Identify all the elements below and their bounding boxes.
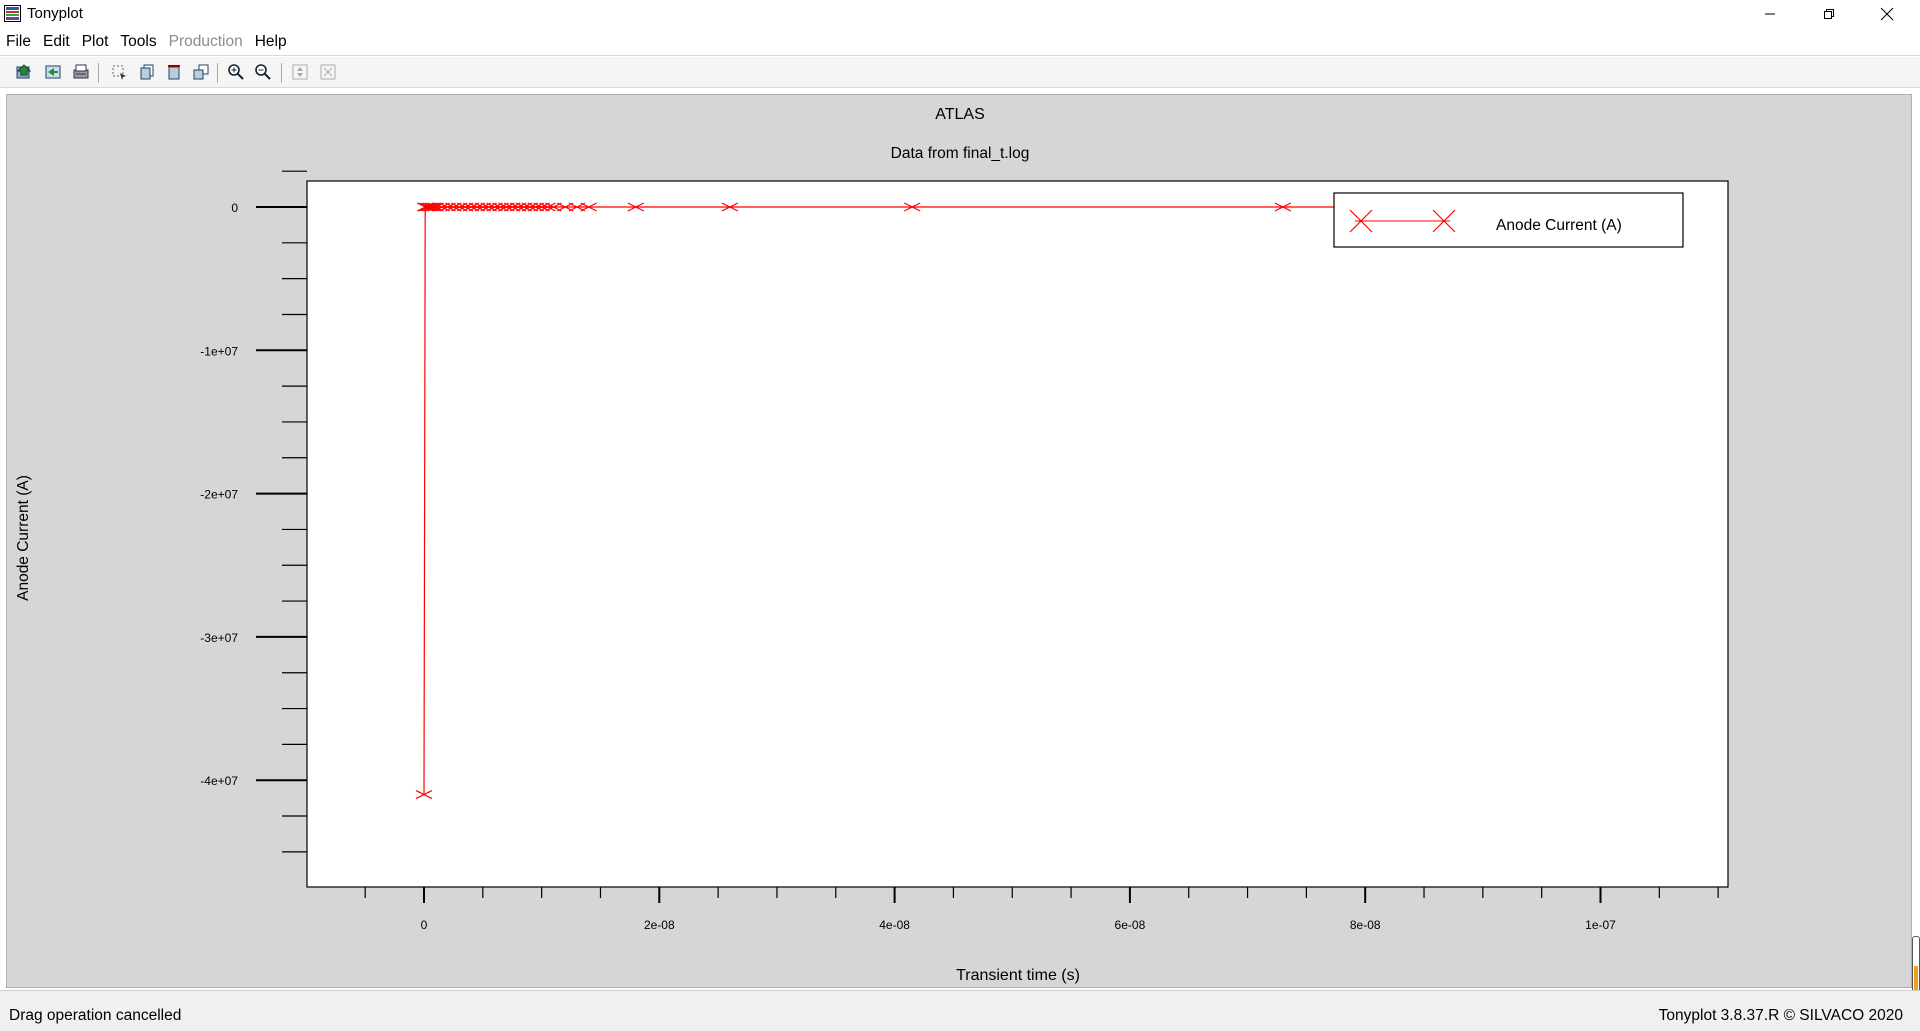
pan-icon[interactable] [291,63,309,81]
menu-help[interactable]: Help [255,33,287,51]
duplicate-icon[interactable] [192,63,210,81]
plot-window[interactable]: ATLAS Data from final_t.log 0 -1e+07 -2e+0… [6,94,1912,988]
print-icon[interactable] [72,63,90,81]
title-bar: Tonyplot [0,0,1920,28]
menu-production[interactable]: Production [169,33,243,51]
import-icon[interactable] [44,63,62,81]
status-message: Drag operation cancelled [9,1007,182,1024]
minimize-icon [1765,13,1775,15]
y-tick-label: -4e+07 [200,774,238,788]
toolbar [0,57,1920,88]
status-bar: Drag operation cancelled Tonyplot 3.8.37… [0,990,1920,1031]
select-icon[interactable] [110,63,128,81]
plot-canvas [306,180,1729,888]
y-axis-label: Anode Current (A) [15,475,32,601]
legend-label: Anode Current (A) [1496,217,1622,234]
close-icon [1880,7,1894,21]
delete-icon[interactable] [165,63,183,81]
menu-file[interactable]: File [6,33,31,51]
y-axis: 0 -1e+07 -2e+07 -3e+07 -4e+07 [200,170,307,853]
anode-current-chart[interactable]: ATLAS Data from final_t.log 0 -1e+07 -2e+0… [7,95,1911,987]
legend: Anode Current (A) [1333,192,1684,248]
restore-button[interactable] [1800,0,1858,28]
y-tick-label: -2e+07 [200,488,238,502]
minimize-button[interactable] [1741,0,1799,28]
x-tick-label: 6e-08 [1115,918,1146,932]
x-axis: 0 2e-08 4e-08 6e-08 8e-08 1e-07 [364,887,1719,932]
chart-subtitle: Data from final_t.log [891,145,1030,162]
x-tick-label: 4e-08 [879,918,910,932]
y-tick-label: -1e+07 [200,344,238,358]
chart-title: ATLAS [935,106,985,123]
toolbar-separator [98,63,99,83]
x-tick-label: 1e-07 [1585,918,1616,932]
menu-plot[interactable]: Plot [82,33,109,51]
menu-bar: File Edit Plot Tools Production Help [0,28,1920,56]
x-tick-label: 8e-08 [1350,918,1381,932]
zoom-out-icon[interactable] [254,63,272,81]
x-tick-label: 2e-08 [644,918,675,932]
y-tick-label: 0 [231,201,238,215]
menu-tools[interactable]: Tools [120,33,156,51]
reset-icon[interactable] [319,63,337,81]
toolbar-separator [281,63,282,83]
menu-edit[interactable]: Edit [43,33,70,51]
y-tick-label: -3e+07 [200,631,238,645]
restore-icon [1824,9,1834,19]
tonyplot-app-icon [4,5,21,22]
window-title: Tonyplot [27,5,83,22]
toolbar-separator [217,63,218,83]
load-icon[interactable] [15,63,33,81]
zoom-in-icon[interactable] [227,63,245,81]
x-axis-label: Transient time (s) [956,967,1080,984]
close-button[interactable] [1858,0,1916,28]
copy-icon[interactable] [138,63,156,81]
version-info: Tonyplot 3.8.37.R © SILVACO 2020 [1658,1007,1903,1024]
x-tick-label: 0 [421,918,428,932]
